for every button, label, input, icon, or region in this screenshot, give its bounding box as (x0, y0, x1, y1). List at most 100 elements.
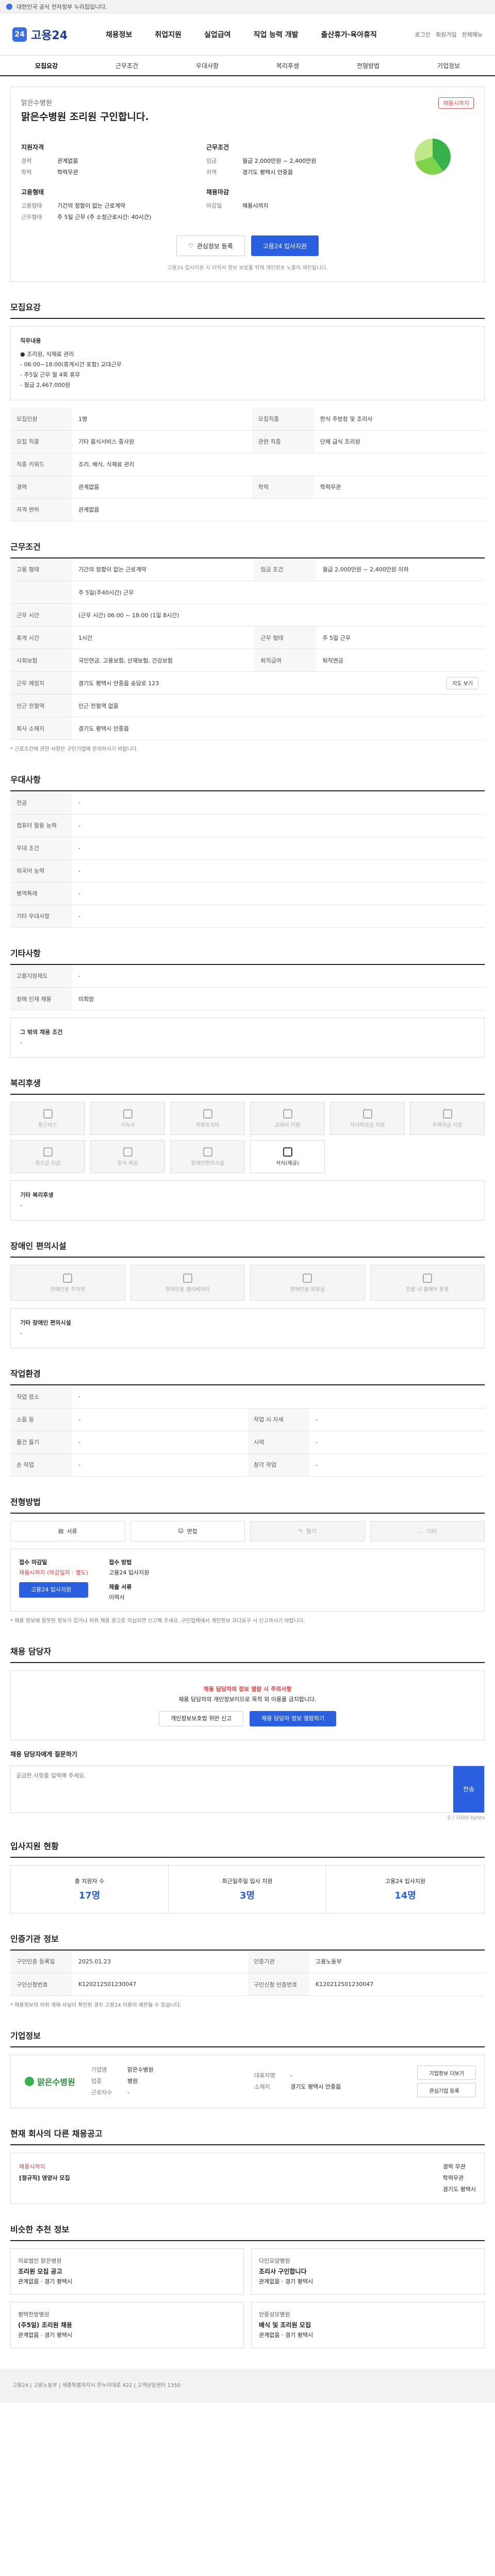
similar-job-card[interactable]: 다인요양병원 조리사 구인합니다 관계없음 · 경기 평택시 (251, 2248, 485, 2295)
nav-item-support[interactable]: 취업지원 (155, 29, 182, 40)
etc-note-head: 그 밖의 채용 조건 (20, 1029, 63, 1036)
cell-key: 근무 예정지 (10, 671, 72, 694)
tab-company[interactable]: 기업정보 (408, 61, 489, 70)
nav-item-leave[interactable]: 출산휴가·육아휴직 (321, 29, 377, 40)
section-title: 채용 담당자 (10, 1645, 485, 1663)
kv-value: 관계없음 (57, 158, 78, 164)
tab-prefs[interactable]: 우대사항 (167, 61, 248, 70)
kv-key: 근로자수 (91, 2089, 112, 2096)
welfare-item: 장애인편의시설 (170, 1140, 245, 1173)
map-button[interactable]: 지도 보기 (447, 676, 478, 689)
stat-value: 3명 (239, 1890, 255, 1901)
stat-total: 총 지원자 수 17명 (11, 1865, 169, 1913)
section-title: 비슷한 추천 정보 (10, 2223, 485, 2241)
table-row: 고용지원제도 - (10, 964, 485, 988)
stats-panel: 총 지원자 수 17명 최근일주일 입사 지원 3명 고용24 입사지원 14명 (10, 1865, 485, 1913)
cell-key: 자격 면허 (10, 498, 72, 521)
apply-method-head: 접수 방법 (109, 1558, 132, 1566)
cell-key: 인근 전철역 (10, 694, 72, 717)
step-written: ✎ 필기 (250, 1520, 365, 1541)
welfare-label: 경조금 지급 (35, 1160, 61, 1166)
cell-key: 구인인증 등록일 (10, 1950, 72, 1973)
qa-send-button[interactable]: 전송 (453, 1766, 484, 1812)
view-contact-button[interactable]: 채용 담당자 정보 열람하기 (250, 1710, 337, 1726)
welfare-item: 주택자금 지원 (410, 1102, 485, 1135)
company-logo-text: 맑은수병원 (37, 2077, 75, 2087)
cell-key: 퇴직급여 (254, 649, 317, 672)
section-related: 현재 회사의 다른 채용공고 채용시까지 [정규직] 영양사 모집 경력 무관 … (10, 2127, 485, 2204)
welfare-label: 중식 제공 (117, 1160, 138, 1166)
kv-value: 월급 2,000만원 ~ 2,400만원 (242, 158, 317, 164)
table-row: 우대 조건 - (10, 837, 485, 860)
cell-key: 장애 인재 채용 (10, 987, 72, 1010)
similar-title: 조리사 구인합니다 (259, 2268, 307, 2275)
similar-job-card[interactable]: 의료법인 맑은병원 조리원 모집 공고 관계없음 · 경기 평택시 (10, 2248, 244, 2295)
related-meta: 경기도 평택시 (442, 2186, 476, 2193)
kv-key: 근무형태 (21, 214, 42, 221)
company-follow-button[interactable]: 관심기업 등록 (417, 2083, 476, 2097)
apply-button[interactable]: 고용24 입사지원 (251, 235, 319, 256)
site-header: 24 고용24 채용정보 취업지원 실업급여 직업 능력 개발 출산휴가·육아휴… (0, 13, 495, 56)
disabled-etc-box: 기타 장애인 편의시설 - (10, 1308, 485, 1348)
cell-value: 관계없음 (72, 476, 252, 499)
similar-company: 평택한방병원 (18, 2311, 50, 2318)
similar-job-card[interactable]: 안중성모병원 배식 및 조리원 모집 관계없음 · 경기 평택시 (251, 2302, 485, 2348)
apply-deadline-value: 채용시까지 (마감일자 : 별도) (19, 1569, 89, 1576)
tab-recruit[interactable]: 모집요강 (6, 61, 87, 70)
welfare-item-active: 석식(제공) (250, 1140, 325, 1173)
cell-value: - (309, 1431, 485, 1454)
nav-item-unemployment[interactable]: 실업급여 (204, 29, 231, 40)
company-logo-small: 맑은수병원 (19, 2063, 81, 2099)
info-table: 구인인증 등록일 2025.01.23 인증기관 고용노동부 구인신청번호 K12021… (10, 1950, 485, 1996)
cell-value: - (72, 1431, 248, 1454)
signup-link[interactable]: 회원가입 (436, 30, 456, 39)
all-menu-button[interactable]: 전체메뉴 (462, 30, 483, 39)
step-label: 필기 (306, 1528, 317, 1535)
company-name[interactable]: 맑은수병원 (21, 97, 149, 107)
job-desc-head: 직무내용 (20, 337, 41, 344)
house-icon (442, 1109, 452, 1118)
apply-label: 고용24 입사지원 (262, 242, 307, 250)
facility-item: 건물 내 휠체어 통행 (370, 1265, 485, 1301)
site-footer: 고용24 | 고용노동부 | 세종특별자치시 한누리대로 422 | 고객상담센… (0, 2369, 495, 2403)
etc-note-value: - (20, 1039, 22, 1046)
tab-conditions[interactable]: 근무조건 (87, 61, 167, 70)
disabled-grid: 장애인용 주차장 장애인용 엘리베이터 장애인용 화장실 건물 내 휠체어 통행 (10, 1265, 485, 1301)
tab-selection[interactable]: 전형방법 (328, 61, 408, 70)
company-more-button[interactable]: 기업정보 더보기 (417, 2065, 476, 2080)
book-icon (283, 1109, 292, 1118)
cell-value: 고용노동부 (309, 1950, 485, 1973)
tab-welfare[interactable]: 복리후생 (248, 61, 328, 70)
similar-company: 안중성모병원 (259, 2311, 290, 2318)
similar-job-card[interactable]: 평택한방병원 (주5일) 조리원 채용 관계없음 · 경기 평택시 (10, 2302, 244, 2348)
login-link[interactable]: 로그인 (415, 30, 431, 39)
kv-key: 임금 (206, 158, 217, 164)
company-card: 맑은수병원 기업명 맑은수병원 업종 병원 근로자수 - 대표자명 - 소재지 경기도 평… (10, 2055, 485, 2108)
job-desc-line: ● 조리원, 식재료 관리 (20, 351, 74, 358)
section-prefs: 우대사항 전공 - 컴퓨터 활용 능력 - 우대 조건 - 외국어 능력 - 병역특례 -… (10, 773, 485, 928)
gov-banner-text: 대한민국 공식 전자정부 누리집입니다. (16, 3, 107, 10)
kv-value: 채용시까지 (242, 202, 269, 209)
kv-value: - (127, 2089, 129, 2096)
site-logo[interactable]: 24 고용24 (12, 26, 68, 43)
related-job-card[interactable]: 채용시까지 [정규직] 영양사 모집 경력 무관 학력무관 경기도 평택시 (10, 2153, 485, 2204)
qa-counter: 0 / 1000 bytes (447, 1815, 485, 1821)
cell-key: 우대 조건 (10, 837, 72, 860)
deadline-head: 채용마감 (206, 189, 229, 196)
nav-item-training[interactable]: 직업 능력 개발 (253, 29, 298, 40)
qa-input[interactable] (11, 1766, 453, 1812)
cell-key: 모집 직종 (10, 430, 72, 453)
section-selection: 전형방법 ▤ 서류 ☺ 면접 ✎ 필기 … 기타 접수 마감일 채용시까지 (마감일자 … (10, 1495, 485, 1626)
cell-key: 학력 (252, 476, 314, 499)
section-etc: 기타사항 고용지원제도 - 장애 인재 채용 미희망 그 밖의 채용 조건 - (10, 946, 485, 1058)
cell-key: 병역특례 (10, 882, 72, 905)
scrap-button[interactable]: ♡ 관심정보 등록 (176, 235, 245, 256)
report-button[interactable]: 개인정보보호법 위반 신고 (158, 1710, 244, 1726)
job-title: 맑은수병원 조리원 구인합니다. (21, 111, 149, 123)
step-label: 면접 (187, 1528, 197, 1535)
facility-item: 장애인용 엘리베이터 (130, 1265, 245, 1301)
apply-button-secondary[interactable]: 고용24 입사지원 (19, 1582, 89, 1598)
nav-item-jobs[interactable]: 채용정보 (106, 29, 133, 40)
section-title: 기업정보 (10, 2029, 485, 2047)
cell-value: - (72, 905, 485, 928)
